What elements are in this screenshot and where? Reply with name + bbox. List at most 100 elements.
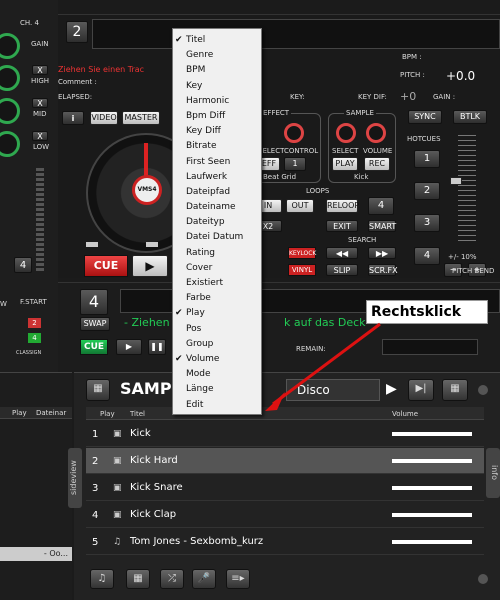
menu-item-rating[interactable]: Rating <box>173 246 261 261</box>
col-volume[interactable]: Volume <box>392 410 418 418</box>
keylock-button[interactable]: KEYLOCK <box>288 247 316 259</box>
mid-knob[interactable] <box>0 98 20 124</box>
hotcue-2-button[interactable]: 2 <box>414 182 440 200</box>
low-knob[interactable] <box>0 131 20 157</box>
pitch-nudge-left[interactable] <box>86 242 98 247</box>
menu-item-dateiname[interactable]: Dateiname <box>173 200 261 215</box>
cue-button[interactable]: CUE <box>84 255 128 277</box>
reloop-button[interactable]: RELOOP <box>326 199 359 213</box>
menu-item-bpm-diff[interactable]: Bpm Diff <box>173 109 261 124</box>
slip-button[interactable]: SLIP <box>326 264 358 276</box>
table-row[interactable]: 4 ▣ Kick Clap <box>86 502 484 528</box>
table-row[interactable]: 3 ▣ Kick Snare <box>86 475 484 501</box>
search-forward-button[interactable]: ▶▶ <box>368 247 396 259</box>
video-button[interactable]: VIDEO <box>90 111 118 125</box>
scrfx-button[interactable]: SCR.FX <box>368 264 398 276</box>
bottom-pause-button[interactable]: ❚❚ <box>148 339 166 355</box>
sideview-tab[interactable]: sideview <box>68 448 82 508</box>
swap-button[interactable]: SWAP <box>80 317 110 331</box>
col-play[interactable]: Play <box>100 410 115 418</box>
microphone-icon[interactable]: 🎤 <box>192 569 216 589</box>
menu-item-key-diff[interactable]: Key Diff <box>173 124 261 139</box>
sample-rec-button[interactable]: REC <box>364 157 390 171</box>
col-title[interactable]: Titel <box>130 410 145 418</box>
menu-item-edit[interactable]: Edit <box>173 398 261 413</box>
menu-item-dateipfad[interactable]: Dateipfad <box>173 185 261 200</box>
mid-kill-button[interactable]: X <box>32 98 48 108</box>
sample-volume-knob[interactable] <box>366 123 386 143</box>
automix-icon[interactable]: ≡▸ <box>226 569 250 589</box>
menu-item-laenge[interactable]: Länge <box>173 382 261 397</box>
low-kill-button[interactable]: X <box>32 131 48 141</box>
play-button[interactable]: ▶ <box>132 255 168 277</box>
menu-item-volume[interactable]: ✔ Volume <box>173 352 261 367</box>
vinyl-button[interactable]: VINYL <box>288 264 316 276</box>
menu-item-datei-datum[interactable]: Datei Datum <box>173 230 261 245</box>
sync-button[interactable]: SYNC <box>408 110 442 124</box>
grid-icon[interactable]: ▦ <box>126 569 150 589</box>
sample-icon[interactable]: ▣ <box>113 429 122 439</box>
hotcue-4-button[interactable]: 4 <box>414 247 440 265</box>
menu-item-genre[interactable]: Genre <box>173 48 261 63</box>
assign-2-button[interactable]: 2 <box>28 318 41 328</box>
pitch-nudge-right[interactable] <box>146 242 158 247</box>
table-row[interactable]: 5 ♫ Tom Jones - Sexbomb_kurz <box>86 529 484 555</box>
menu-item-pos[interactable]: Pos <box>173 322 261 337</box>
bottom-cue-button[interactable]: CUE <box>80 339 108 355</box>
menu-item-label: Bpm Diff <box>186 110 226 121</box>
menu-item-cover[interactable]: Cover <box>173 261 261 276</box>
loop-length-4[interactable]: 4 <box>368 197 394 215</box>
smart-loop-button[interactable]: SMART <box>368 220 396 232</box>
menu-item-group[interactable]: Group <box>173 337 261 352</box>
menu-item-mode[interactable]: Mode <box>173 367 261 382</box>
info-tab[interactable]: info <box>486 448 500 498</box>
music-note-icon[interactable]: ♫ <box>113 537 121 547</box>
loop-exit-button[interactable]: EXIT <box>326 220 358 232</box>
high-knob[interactable] <box>0 65 20 91</box>
table-row[interactable]: 2 ▣ Kick Hard <box>86 448 484 474</box>
add-to-playlist-icon[interactable]: ♫ <box>90 569 114 589</box>
menu-item-play[interactable]: ✔ Play <box>173 306 261 321</box>
left-col-file: Dateinar <box>36 409 67 417</box>
table-row[interactable]: 1 ▣ Kick <box>86 421 484 447</box>
effect-1-button[interactable]: 1 <box>284 157 306 171</box>
assign-4-button[interactable]: 4 <box>28 333 41 343</box>
sample-select-knob[interactable] <box>336 123 356 143</box>
shuffle-icon[interactable]: ⤮ <box>160 569 184 589</box>
bottom-options-dot[interactable] <box>478 574 488 584</box>
list-view-icon[interactable]: ▦ <box>442 379 468 401</box>
channel-4-button[interactable]: 4 <box>14 257 32 273</box>
gain-knob[interactable] <box>0 33 20 59</box>
left-browser-footer[interactable]: - Oo... <box>0 547 72 561</box>
menu-item-dateityp[interactable]: Dateityp <box>173 215 261 230</box>
high-kill-button[interactable]: X <box>32 65 48 75</box>
menu-item-bitrate[interactable]: Bitrate <box>173 139 261 154</box>
menu-item-first-seen[interactable]: First Seen <box>173 155 261 170</box>
hotcue-3-button[interactable]: 3 <box>414 214 440 232</box>
menu-item-titel[interactable]: ✔ Titel <box>173 33 261 48</box>
hotcue-1-button[interactable]: 1 <box>414 150 440 168</box>
menu-item-farbe[interactable]: Farbe <box>173 291 261 306</box>
menu-item-laufwerk[interactable]: Laufwerk <box>173 170 261 185</box>
volume-bar <box>392 540 472 544</box>
loop-out-button[interactable]: OUT <box>286 199 314 213</box>
sample-icon[interactable]: ▣ <box>113 483 122 493</box>
effect-control-knob[interactable] <box>284 123 304 143</box>
menu-item-harmonic[interactable]: Harmonic <box>173 94 261 109</box>
pitch-slider-handle[interactable] <box>450 177 462 185</box>
btlk-button[interactable]: BTLK <box>453 110 487 124</box>
left-col-play: Play <box>12 409 27 417</box>
menu-item-existiert[interactable]: Existiert <box>173 276 261 291</box>
sample-icon[interactable]: ▣ <box>113 510 122 520</box>
info-button[interactable]: i <box>62 111 84 125</box>
menu-item-key[interactable]: Key <box>173 79 261 94</box>
search-back-button[interactable]: ◀◀ <box>326 247 358 259</box>
master-button[interactable]: MASTER <box>122 111 160 125</box>
bottom-play-button[interactable]: ▶ <box>116 339 142 355</box>
options-dot-icon[interactable] <box>478 385 488 395</box>
sample-play-button[interactable]: PLAY <box>332 157 358 171</box>
next-icon[interactable]: ▶| <box>408 379 434 401</box>
sample-icon[interactable]: ▣ <box>113 456 122 466</box>
menu-item-bpm[interactable]: BPM <box>173 63 261 78</box>
grid-view-icon[interactable]: ▦ <box>86 379 110 401</box>
